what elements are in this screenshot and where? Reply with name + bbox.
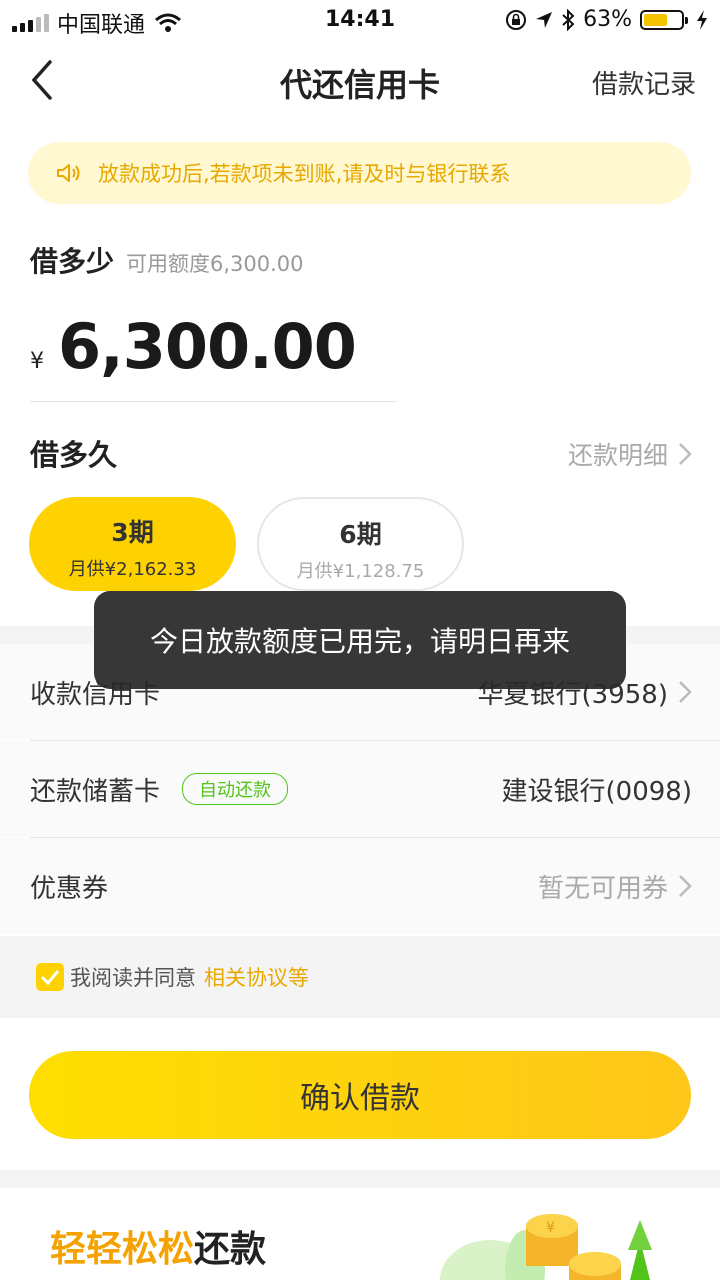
plan-monthly: 月供¥1,128.75 bbox=[296, 561, 425, 582]
amount-input[interactable]: ¥ 6,300.00 bbox=[30, 310, 357, 383]
charging-icon bbox=[696, 9, 708, 30]
loan-records-link[interactable]: 借款记录 bbox=[592, 64, 696, 101]
plan-monthly: 月供¥2,162.33 bbox=[68, 559, 197, 580]
toast-message: 今日放款额度已用完，请明日再来 bbox=[94, 591, 626, 689]
coupon-row[interactable]: 优惠券 暂无可用券 bbox=[0, 838, 720, 934]
status-bar: 中国联通 14:41 63% bbox=[0, 0, 720, 40]
confirm-loan-label: 确认借款 bbox=[300, 1081, 420, 1116]
plan-option-3[interactable]: 3期 月供¥2,162.33 bbox=[29, 497, 236, 591]
amount-section-label: 借多少 可用额度6,300.00 bbox=[30, 240, 304, 280]
coupon-label: 优惠券 bbox=[30, 873, 109, 904]
plan-period: 6期 bbox=[339, 520, 382, 549]
toast-text: 今日放款额度已用完，请明日再来 bbox=[149, 625, 570, 658]
chevron-right-icon bbox=[679, 681, 692, 703]
promo-banner[interactable]: 轻轻松松 还款 ¥ bbox=[0, 1188, 720, 1280]
chevron-right-icon bbox=[679, 875, 692, 897]
debit-card-label: 还款储蓄卡 bbox=[30, 776, 161, 807]
notice-banner: 放款成功后,若款项未到账,请及时与银行联系 bbox=[28, 142, 691, 204]
chevron-right-icon bbox=[679, 443, 692, 465]
location-icon bbox=[535, 11, 553, 29]
lock-rotation-icon bbox=[505, 9, 527, 31]
navigation-bar: 代还信用卡 借款记录 bbox=[0, 40, 720, 124]
repayment-detail-label: 还款明细 bbox=[567, 441, 668, 470]
status-right: 63% bbox=[505, 7, 708, 32]
coupon-value: 暂无可用券 bbox=[537, 873, 668, 904]
debit-card-row[interactable]: 还款储蓄卡 自动还款 建设银行(0098) bbox=[0, 741, 720, 837]
debit-card-label-group: 还款储蓄卡 自动还款 bbox=[30, 771, 289, 808]
amount-label: 借多少 bbox=[30, 245, 115, 278]
check-icon bbox=[40, 970, 60, 985]
amount-underline bbox=[30, 401, 397, 402]
agreement-checkbox[interactable] bbox=[36, 963, 64, 991]
plan-period: 3期 bbox=[111, 518, 154, 547]
notice-text: 放款成功后,若款项未到账,请及时与银行联系 bbox=[98, 162, 511, 186]
promo-rest: 还款 bbox=[194, 1229, 267, 1270]
agreement-text: 我阅读并同意 bbox=[70, 966, 196, 990]
battery-percent: 63% bbox=[583, 7, 632, 32]
agreement-section: 我阅读并同意 相关协议等 bbox=[0, 936, 720, 1018]
svg-text:¥: ¥ bbox=[546, 1220, 555, 1236]
amount-value: 6,300.00 bbox=[58, 310, 357, 383]
coupon-value-group: 暂无可用券 bbox=[538, 868, 692, 905]
term-label: 借多久 bbox=[30, 438, 118, 472]
promo-heading: 轻轻松松 还款 bbox=[50, 1220, 266, 1272]
confirm-loan-button[interactable]: 确认借款 bbox=[29, 1051, 691, 1139]
repayment-detail-link[interactable]: 还款明细 bbox=[568, 436, 692, 472]
currency-symbol: ¥ bbox=[30, 349, 44, 374]
coins-illustration-icon: ¥ bbox=[440, 1214, 652, 1280]
speaker-icon bbox=[56, 162, 82, 184]
bottom-separator bbox=[0, 1170, 720, 1188]
bluetooth-icon bbox=[561, 8, 575, 31]
auto-repay-badge: 自动还款 bbox=[182, 773, 289, 805]
plan-option-6[interactable]: 6期 月供¥1,128.75 bbox=[257, 497, 464, 591]
debit-card-value: 建设银行(0098) bbox=[501, 776, 692, 807]
available-limit: 可用额度6,300.00 bbox=[126, 252, 304, 276]
promo-highlight: 轻轻松松 bbox=[50, 1229, 195, 1270]
battery-icon bbox=[640, 9, 688, 30]
agreement-link[interactable]: 相关协议等 bbox=[204, 962, 309, 992]
